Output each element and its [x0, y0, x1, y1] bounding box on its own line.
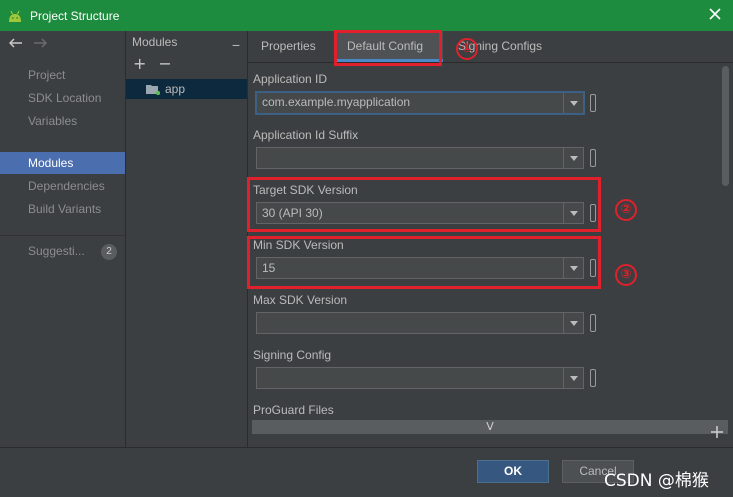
- application-id-suffix-combo[interactable]: [256, 147, 584, 169]
- add-proguard-file-button[interactable]: [711, 423, 723, 442]
- application-id-value: com.example.myapplication: [262, 95, 411, 109]
- vertical-scrollbar[interactable]: [721, 64, 730, 420]
- modules-header-label: Modules: [132, 35, 178, 49]
- modules-header: Modules −: [126, 31, 247, 53]
- proguard-files-label: ProGuard Files: [253, 403, 334, 417]
- dialog-footer: OK Cancel CSDN @棉猴: [0, 447, 733, 497]
- application-id-suffix-label: Application Id Suffix: [253, 128, 359, 142]
- module-folder-icon: [146, 83, 161, 96]
- scrollbar-thumb[interactable]: [722, 66, 729, 186]
- chevron-down-icon: [563, 368, 583, 388]
- suggestions-count-badge: 2: [101, 244, 117, 260]
- remove-module-button[interactable]: −: [158, 54, 171, 73]
- max-sdk-combo[interactable]: [256, 312, 584, 334]
- window-title: Project Structure: [30, 8, 120, 23]
- annotation-box-target-sdk: [247, 177, 601, 232]
- nav-arrows: [8, 37, 48, 51]
- close-icon[interactable]: [707, 6, 723, 22]
- add-module-button[interactable]: +: [133, 54, 146, 73]
- nav-item-modules[interactable]: Modules: [0, 152, 125, 174]
- tab-properties[interactable]: Properties: [251, 31, 326, 62]
- max-sdk-label: Max SDK Version: [253, 293, 348, 307]
- nav-item-dependencies[interactable]: Dependencies: [0, 175, 125, 197]
- modules-panel: Modules − + − app: [126, 31, 248, 447]
- annotation-number-1: ①: [456, 38, 478, 60]
- chevron-down-icon: [563, 313, 583, 333]
- signing-config-combo[interactable]: [256, 367, 584, 389]
- module-item-label: app: [165, 82, 186, 96]
- proguard-expand-bar[interactable]: V: [252, 420, 728, 434]
- annotation-box-min-sdk: [247, 236, 601, 289]
- title-bar: Project Structure: [0, 0, 733, 31]
- modules-toolbar: + −: [126, 53, 247, 73]
- ok-button[interactable]: OK: [477, 460, 549, 483]
- nav-item-project[interactable]: Project: [0, 64, 125, 86]
- nav-item-sdk-location[interactable]: SDK Location: [0, 87, 125, 109]
- nav-divider: [0, 235, 125, 236]
- signing-config-label: Signing Config: [253, 348, 332, 362]
- watermark: CSDN @棉猴: [604, 471, 709, 491]
- tab-bar: Properties Default Config Signing Config…: [248, 31, 733, 63]
- back-arrow-icon[interactable]: [8, 37, 23, 51]
- suggestions-label: Suggesti...: [28, 244, 85, 258]
- application-id-ref-button[interactable]: [590, 94, 596, 112]
- annotation-number-3: ③: [615, 264, 637, 286]
- annotation-box-default-config: [334, 30, 442, 66]
- nav-item-variables[interactable]: Variables: [0, 110, 125, 132]
- nav-item-suggestions[interactable]: Suggesti... 2: [0, 240, 125, 262]
- android-icon: [6, 7, 24, 25]
- module-item-app[interactable]: app: [126, 79, 247, 99]
- application-id-suffix-ref-button[interactable]: [590, 149, 596, 167]
- application-id-combo[interactable]: com.example.myapplication: [255, 91, 585, 115]
- application-id-label: Application ID: [253, 72, 328, 86]
- max-sdk-ref-button[interactable]: [590, 314, 596, 332]
- nav-item-build-variants[interactable]: Build Variants: [0, 198, 125, 220]
- annotation-number-2: ②: [615, 199, 637, 221]
- chevron-down-icon: [563, 93, 583, 113]
- collapse-button[interactable]: −: [232, 34, 240, 56]
- left-nav: Project SDK Location Variables Modules D…: [0, 31, 126, 447]
- forward-arrow-icon[interactable]: [33, 37, 48, 51]
- chevron-down-icon: [563, 148, 583, 168]
- signing-config-ref-button[interactable]: [590, 369, 596, 387]
